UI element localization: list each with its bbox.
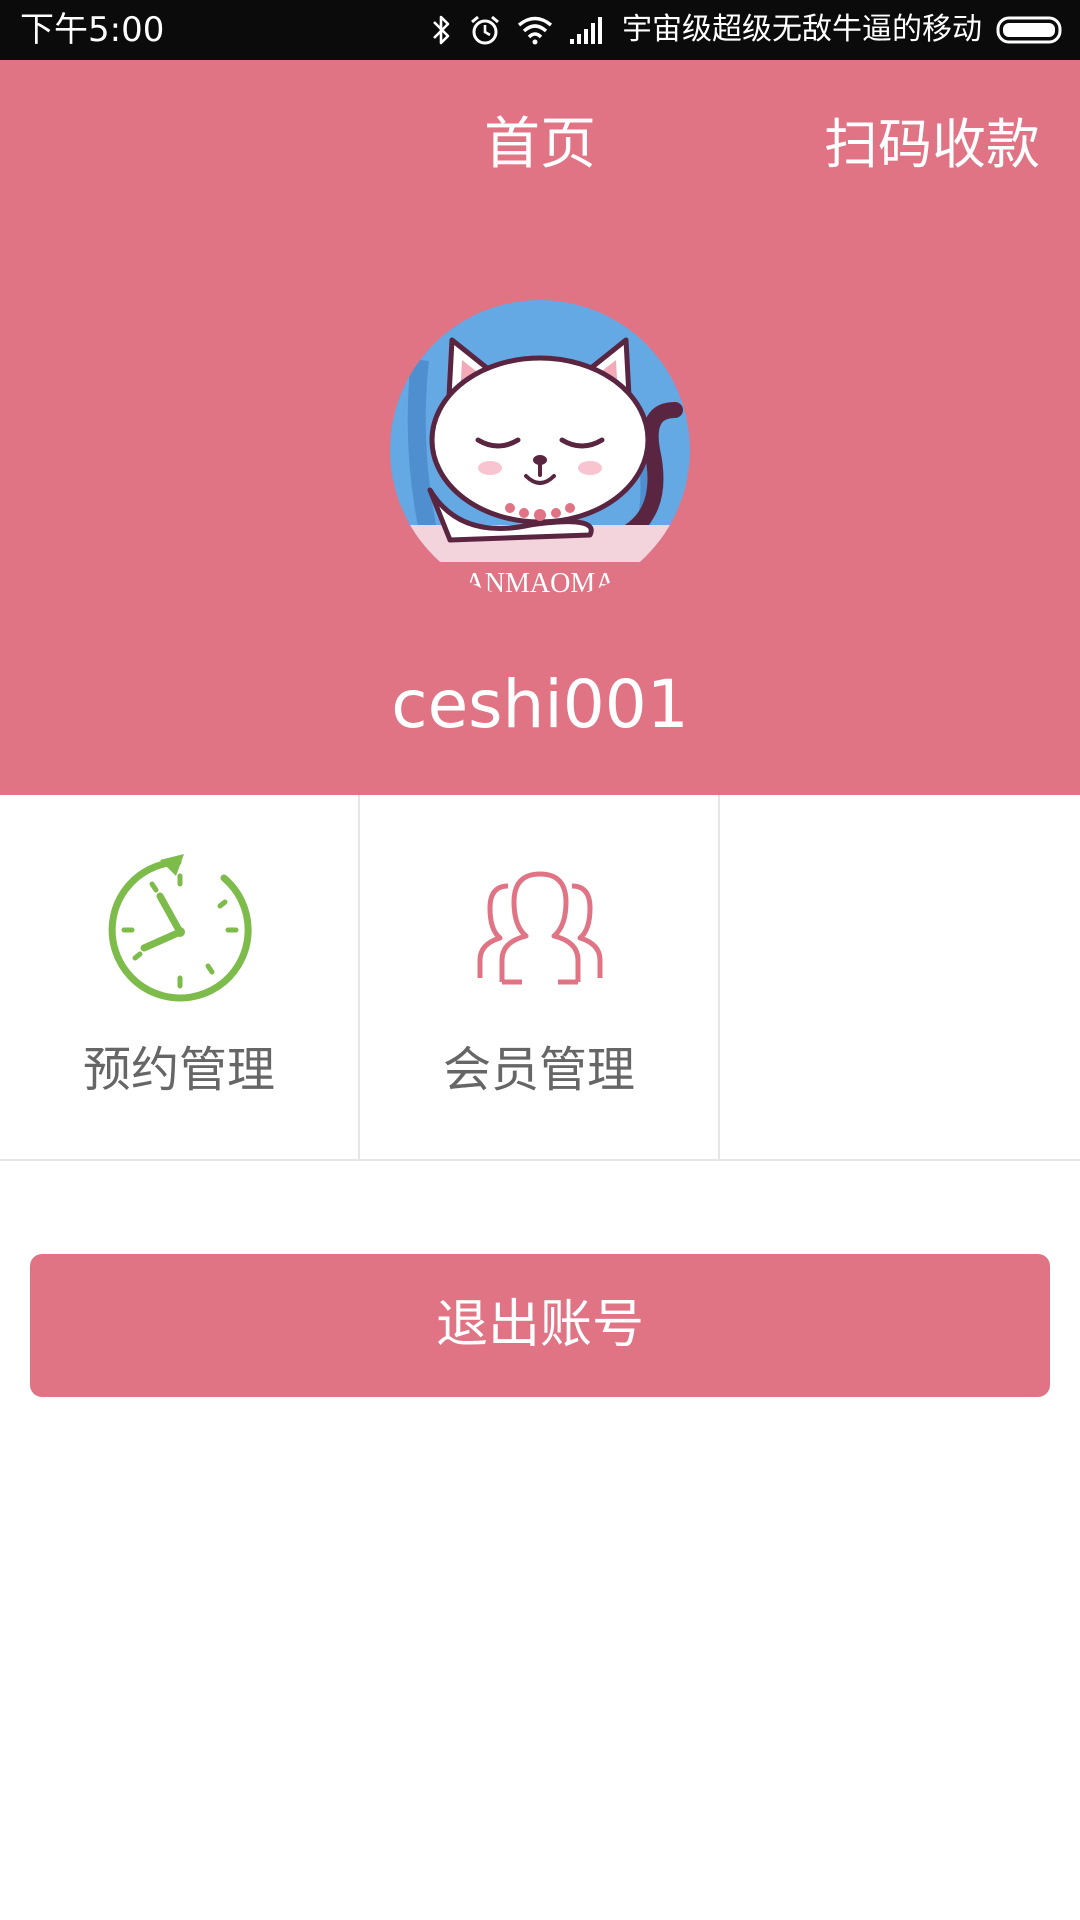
battery-icon (996, 16, 1066, 44)
carrier-name: 宇宙级超级无敌牛逼的移动 (622, 12, 982, 47)
wifi-icon (516, 15, 554, 45)
profile-header: 首页 扫码收款 ANMAOMA ceshi001 (0, 60, 1080, 795)
username: ceshi001 (391, 666, 689, 743)
bluetooth-icon (430, 13, 454, 47)
appointment-management-label: 预约管理 (82, 1042, 275, 1098)
appointment-management-tile[interactable]: 预约管理 (0, 795, 360, 1159)
member-management-label: 会员管理 (442, 1042, 635, 1098)
cat-avatar-image: ANMAOMA (390, 300, 690, 600)
logout-button[interactable]: 退出账号 (30, 1254, 1050, 1397)
feature-grid: 预约管理 会员管理 (0, 795, 1080, 1161)
scan-to-pay-button[interactable]: 扫码收款 (824, 100, 1040, 190)
avatar[interactable]: ANMAOMA (390, 300, 690, 600)
alarm-icon (468, 13, 502, 47)
status-time: 下午5:00 (20, 10, 165, 50)
status-icons: 宇宙级超级无敌牛逼的移动 (430, 0, 1066, 60)
clock-icon (30, 850, 330, 1010)
avatar-caption: ANMAOMA (465, 568, 617, 599)
members-icon (390, 850, 690, 1010)
empty-tile (720, 795, 1080, 1159)
member-management-tile[interactable]: 会员管理 (360, 795, 720, 1159)
status-bar: 下午5:00 宇宙级超级无敌牛逼的移动 (0, 0, 1080, 60)
signal-icon (568, 15, 608, 45)
